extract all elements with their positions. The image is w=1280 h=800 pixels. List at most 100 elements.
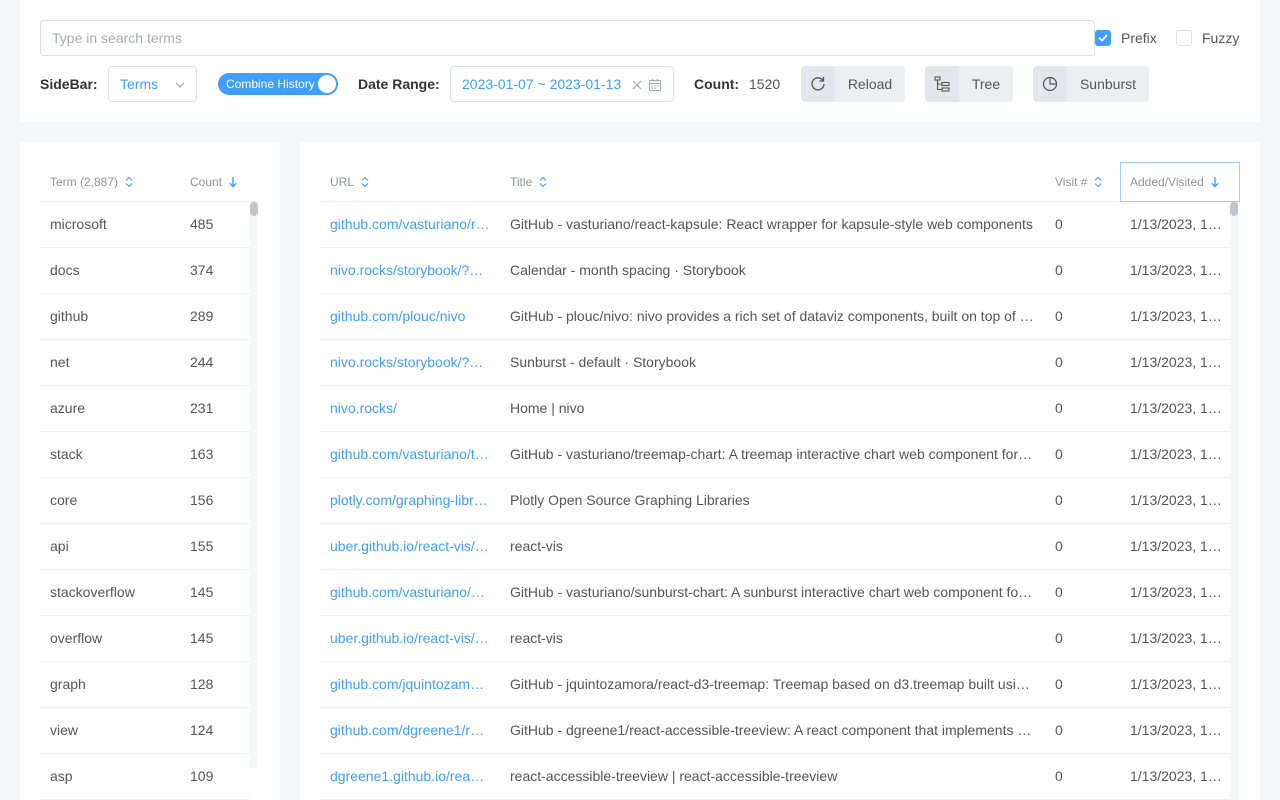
history-row[interactable]: uber.github.io/react-vis/examples react-v… [320, 616, 1230, 662]
term-column-header[interactable]: Term (2,887) [50, 162, 134, 202]
prefix-checkbox[interactable]: Prefix [1095, 29, 1157, 47]
url-column-label: URL [330, 175, 355, 189]
title-cell: Calendar - month spacing · Storybook [510, 262, 746, 278]
term-cell: stackoverflow [50, 584, 135, 600]
url-link[interactable]: nivo.rocks/storybook/?path=/story/calend… [330, 248, 490, 294]
tree-button[interactable]: Tree [925, 66, 1013, 102]
title-cell: GitHub - vasturiano/sunburst-chart: A su… [510, 584, 1035, 600]
scroll-thumb[interactable] [1230, 202, 1238, 216]
visits-cell: 0 [1055, 722, 1063, 738]
count-cell: 145 [190, 630, 214, 646]
added-cell: 1/13/2023, 1… [1130, 492, 1222, 508]
term-row[interactable]: graph 128 [40, 662, 250, 708]
term-row[interactable]: net 244 [40, 340, 250, 386]
url-link[interactable]: github.com/dgreene1/react-accessible-tre… [330, 708, 490, 754]
term-row[interactable]: microsoft 485 [40, 202, 250, 248]
combine-history-switch[interactable]: Combine History [218, 73, 338, 95]
count-cell: 163 [190, 446, 214, 462]
added-column-header[interactable]: Added/Visited [1120, 162, 1240, 202]
url-link[interactable]: nivo.rocks/ [330, 386, 490, 432]
term-row[interactable]: api 155 [40, 524, 250, 570]
sidebar-label: SideBar: [40, 76, 98, 92]
url-link[interactable]: dgreene1.github.io/react-accessible-tree… [330, 754, 490, 800]
added-cell: 1/13/2023, 1… [1130, 676, 1222, 692]
term-row[interactable]: core 156 [40, 478, 250, 524]
history-row[interactable]: uber.github.io/react-vis/documentation re… [320, 524, 1230, 570]
visits-cell: 0 [1055, 400, 1063, 416]
term-cell: azure [50, 400, 86, 416]
title-cell: Sunburst - default · Storybook [510, 354, 696, 370]
terms-panel: Term (2,887) Count microsoft 485 docs 374 gi… [20, 142, 280, 800]
term-cell: asp [50, 768, 73, 784]
url-link[interactable]: nivo.rocks/storybook/?path=/story/sunbur… [330, 340, 490, 386]
history-row[interactable]: plotly.com/graphing-libraries/Plotly Ope… [320, 478, 1230, 524]
title-cell: react-vis [510, 630, 563, 646]
term-row[interactable]: azure 231 [40, 386, 250, 432]
url-link[interactable]: github.com/jquintozamora/react-d3-treema… [330, 662, 490, 708]
date-range-picker[interactable]: 2023-01-07 ~ 2023-01-13 [450, 66, 674, 102]
term-row[interactable]: github 289 [40, 294, 250, 340]
history-row[interactable]: github.com/vasturiano/react-kapsule GitHu… [320, 202, 1230, 248]
count-cell: 485 [190, 216, 214, 232]
fuzzy-checkbox[interactable]: Fuzzy [1176, 29, 1239, 47]
term-row[interactable]: stackoverflow 145 [40, 570, 250, 616]
history-row[interactable]: nivo.rocks/storybook/?path=/story/sunbur… [320, 340, 1230, 386]
added-cell: 1/13/2023, 1… [1130, 354, 1222, 370]
term-cell: microsoft [50, 216, 107, 232]
term-cell: net [50, 354, 70, 370]
check-icon [1095, 30, 1111, 46]
visits-cell: 0 [1055, 492, 1063, 508]
history-row[interactable]: github.com/vasturiano/sunburst-chart GitH… [320, 570, 1230, 616]
term-row[interactable]: overflow 145 [40, 616, 250, 662]
sort-icon [539, 176, 547, 188]
toolbar-row: SideBar: Terms Combine History Date Rang… [20, 66, 1260, 102]
history-row[interactable]: github.com/jquintozamora/react-d3-treema… [320, 662, 1230, 708]
url-link[interactable]: github.com/vasturiano/react-kapsule [330, 202, 490, 248]
term-cell: core [50, 492, 78, 508]
terms-scrollbar[interactable] [250, 202, 258, 768]
visits-column-label: Visit # [1055, 175, 1088, 189]
term-row[interactable]: docs 374 [40, 248, 250, 294]
added-cell: 1/13/2023, 1… [1130, 308, 1222, 324]
term-cell: stack [50, 446, 83, 462]
url-link[interactable]: uber.github.io/react-vis/documentation [330, 524, 490, 570]
added-cell: 1/13/2023, 1… [1130, 630, 1222, 646]
history-row[interactable]: nivo.rocks/storybook/?path=/story/calend… [320, 248, 1230, 294]
history-row[interactable]: github.com/vasturiano/treemap-chart GitHu… [320, 432, 1230, 478]
title-cell: Home | nivo [510, 400, 585, 416]
term-cell: overflow [50, 630, 103, 646]
term-cell: api [50, 538, 69, 554]
visits-cell: 0 [1055, 354, 1063, 370]
tree-label: Tree [971, 76, 1001, 92]
url-link[interactable]: github.com/plouc/nivo [330, 294, 490, 340]
title-cell: GitHub - plouc/nivo: nivo provides a ric… [510, 308, 1035, 324]
reload-button[interactable]: Reload [801, 66, 905, 102]
history-row[interactable]: dgreene1.github.io/react-accessible-tree… [320, 754, 1230, 800]
title-cell: GitHub - vasturiano/treemap-chart: A tre… [510, 446, 1035, 462]
history-row[interactable]: github.com/plouc/nivo GitHub - plouc/nivo… [320, 294, 1230, 340]
url-column-header[interactable]: URL [330, 162, 370, 202]
tree-icon [925, 66, 959, 102]
term-row[interactable]: view 124 [40, 708, 250, 754]
term-row[interactable]: stack 163 [40, 432, 250, 478]
sidebar-select[interactable]: Terms [108, 66, 197, 102]
title-column-label: Title [510, 175, 533, 189]
url-link[interactable]: plotly.com/graphing-libraries/ [330, 478, 490, 524]
clear-icon[interactable] [631, 79, 643, 91]
added-cell: 1/13/2023, 1… [1130, 216, 1222, 232]
scroll-thumb[interactable] [250, 202, 258, 216]
sunburst-button[interactable]: Sunburst [1033, 66, 1149, 102]
sort-down-icon [1211, 177, 1219, 188]
visits-column-header[interactable]: Visit # [1055, 162, 1103, 202]
url-link[interactable]: github.com/vasturiano/sunburst-chart [330, 570, 490, 616]
count-column-header[interactable]: Count [190, 162, 238, 202]
history-scrollbar[interactable] [1230, 202, 1238, 800]
url-link[interactable]: uber.github.io/react-vis/examples [330, 616, 490, 662]
search-input[interactable] [40, 20, 1095, 56]
history-row[interactable]: github.com/dgreene1/react-accessible-tre… [320, 708, 1230, 754]
title-column-header[interactable]: Title [510, 162, 548, 202]
fuzzy-label: Fuzzy [1202, 30, 1240, 46]
url-link[interactable]: github.com/vasturiano/treemap-chart [330, 432, 490, 478]
history-row[interactable]: nivo.rocks/Home | nivo 0 1/13/2023, 1… [320, 386, 1230, 432]
term-row[interactable]: asp 109 [40, 754, 250, 800]
